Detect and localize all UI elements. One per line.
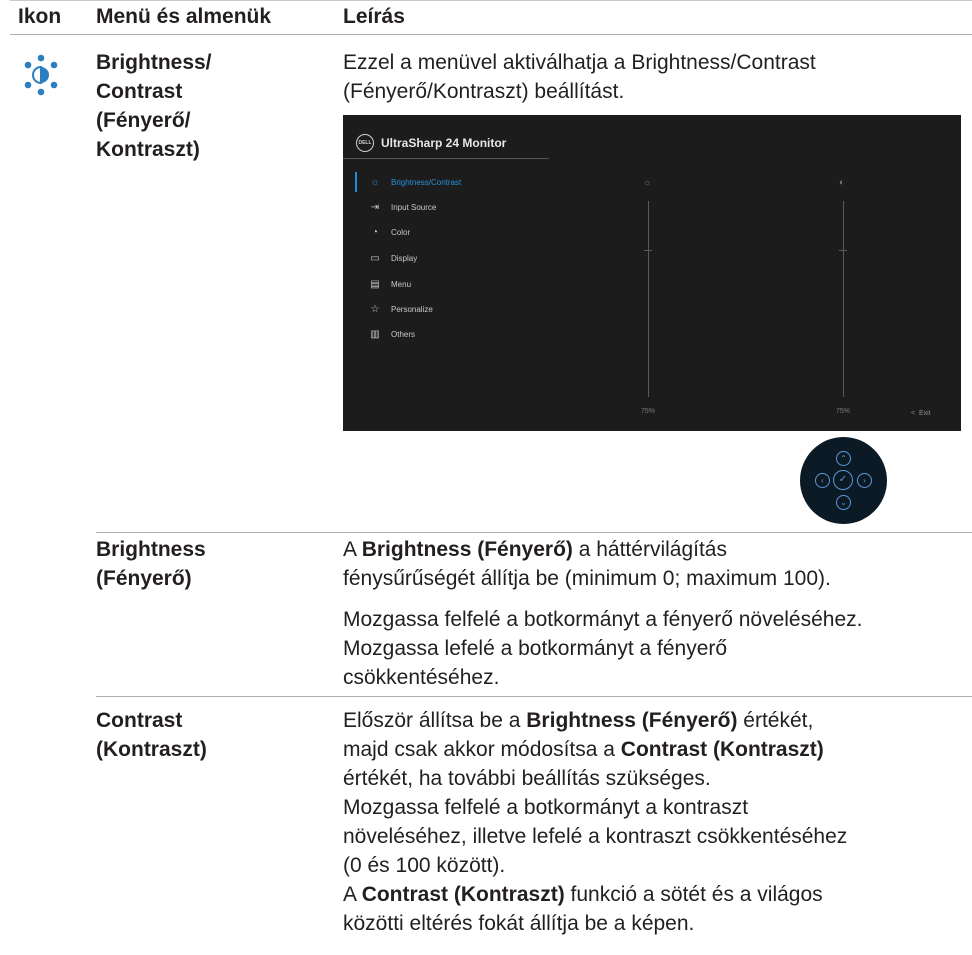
- description-line: A Brightness (Fényerő) a háttérvilágítás: [343, 538, 727, 561]
- osd-title: UltraSharp 24 Monitor: [381, 136, 507, 150]
- bold-term: Brightness (Fényerő): [361, 538, 573, 561]
- input-icon: ⇥: [370, 202, 380, 213]
- osd-menu-item-brightness-contrast[interactable]: Brightness/Contrast: [391, 178, 461, 187]
- brightness-contrast-icon: [24, 54, 58, 96]
- exit-label: Exit: [918, 410, 931, 417]
- description-line: Mozgassa felfelé a botkormányt a kontras…: [343, 796, 749, 819]
- others-icon: ▥: [370, 329, 380, 340]
- header-menu-column: Menü és almenük: [96, 5, 272, 28]
- osd-menu-item-others[interactable]: Others: [391, 330, 415, 339]
- description-line: csökkentéséhez.: [343, 666, 500, 689]
- description-line: értékét, ha további beállítás szükséges.: [343, 767, 711, 790]
- osd-menu-item-menu[interactable]: Menu: [391, 280, 411, 289]
- row-divider: [96, 696, 972, 697]
- osd-screenshot: DELL UltraSharp 24 Monitor ☼ Brightness/…: [343, 115, 961, 431]
- brightness-value: 75%: [641, 408, 656, 415]
- osd-menu-item-display[interactable]: Display: [391, 254, 417, 263]
- description-line: (Fényerő/Kontraszt) beállítást.: [343, 80, 625, 103]
- brightness-slider-thumb[interactable]: [644, 250, 652, 251]
- bold-term: Brightness (Fényerő): [526, 709, 738, 732]
- chevron-left-icon: ‹: [815, 473, 830, 488]
- bold-term: Contrast (Kontraszt): [620, 738, 824, 761]
- menu-title-line: (Fényerő/: [96, 109, 191, 132]
- menu-title-line: Contrast: [96, 80, 183, 103]
- joystick-diagram: ⌃ ‹ ✓ › ⌄: [800, 437, 887, 524]
- check-icon: ✓: [833, 470, 853, 490]
- description-line: Mozgassa felfelé a botkormányt a fényerő…: [343, 608, 863, 631]
- header-description-column: Leírás: [343, 5, 405, 28]
- description-line: A Contrast (Kontraszt) funkció a sötét é…: [343, 883, 823, 906]
- menu-title-line: (Fényerő): [96, 567, 192, 590]
- brightness-slider[interactable]: [648, 201, 649, 397]
- menu-title-line: Kontraszt): [96, 138, 200, 161]
- chevron-up-icon: ⌃: [836, 451, 851, 466]
- osd-menu-item-color[interactable]: Color: [391, 228, 410, 237]
- menu-icon: ▤: [370, 279, 380, 290]
- description-line: majd csak akkor módosítsa a Contrast (Ko…: [343, 738, 824, 761]
- palette-icon: ◔: [371, 227, 379, 238]
- chevron-left-icon: <: [911, 410, 916, 417]
- menu-title-line: (Kontraszt): [96, 738, 207, 761]
- osd-menu-item-personalize[interactable]: Personalize: [391, 305, 433, 314]
- description-line: Ezzel a menüvel aktiválhatja a Brightnes…: [343, 51, 816, 74]
- contrast-slider-icon: ◐: [839, 177, 845, 187]
- contrast-value: 75%: [836, 408, 851, 415]
- sun-icon: ☼: [370, 177, 380, 188]
- monitor-icon: ▭: [370, 253, 380, 264]
- osd-separator: [343, 158, 549, 159]
- description-line: Először állítsa be a Brightness (Fényerő…: [343, 709, 814, 732]
- menu-title-line: Contrast: [96, 709, 183, 732]
- menu-selection-indicator: [355, 172, 357, 192]
- star-icon: ☆: [370, 304, 380, 315]
- menu-title-line: Brightness: [96, 538, 206, 561]
- description-line: Mozgassa lefelé a botkormányt a fényerő: [343, 637, 728, 660]
- header-rule: [10, 34, 972, 35]
- dell-logo: DELL: [356, 134, 374, 152]
- contrast-slider-thumb[interactable]: [839, 250, 847, 251]
- chevron-down-icon: ⌄: [836, 495, 851, 510]
- table-top-rule: [10, 0, 972, 1]
- brightness-slider-icon: ☼: [643, 177, 652, 187]
- menu-title-line: Brightness/: [96, 51, 212, 74]
- description-line: közötti eltérés fokát állítja be a képen…: [343, 912, 695, 935]
- contrast-slider[interactable]: [843, 201, 844, 397]
- row-divider: [96, 532, 972, 533]
- exit-button[interactable]: < Exit: [911, 410, 931, 417]
- bold-term: Contrast (Kontraszt): [361, 883, 565, 906]
- chevron-right-icon: ›: [857, 473, 872, 488]
- description-line: (0 és 100 között).: [343, 854, 506, 877]
- description-line: fénysűrűségét állítja be (minimum 0; max…: [343, 567, 831, 590]
- osd-menu-item-input-source[interactable]: Input Source: [391, 203, 436, 212]
- header-icon-column: Ikon: [18, 5, 62, 28]
- description-line: növeléséhez, illetve lefelé a kontraszt …: [343, 825, 848, 848]
